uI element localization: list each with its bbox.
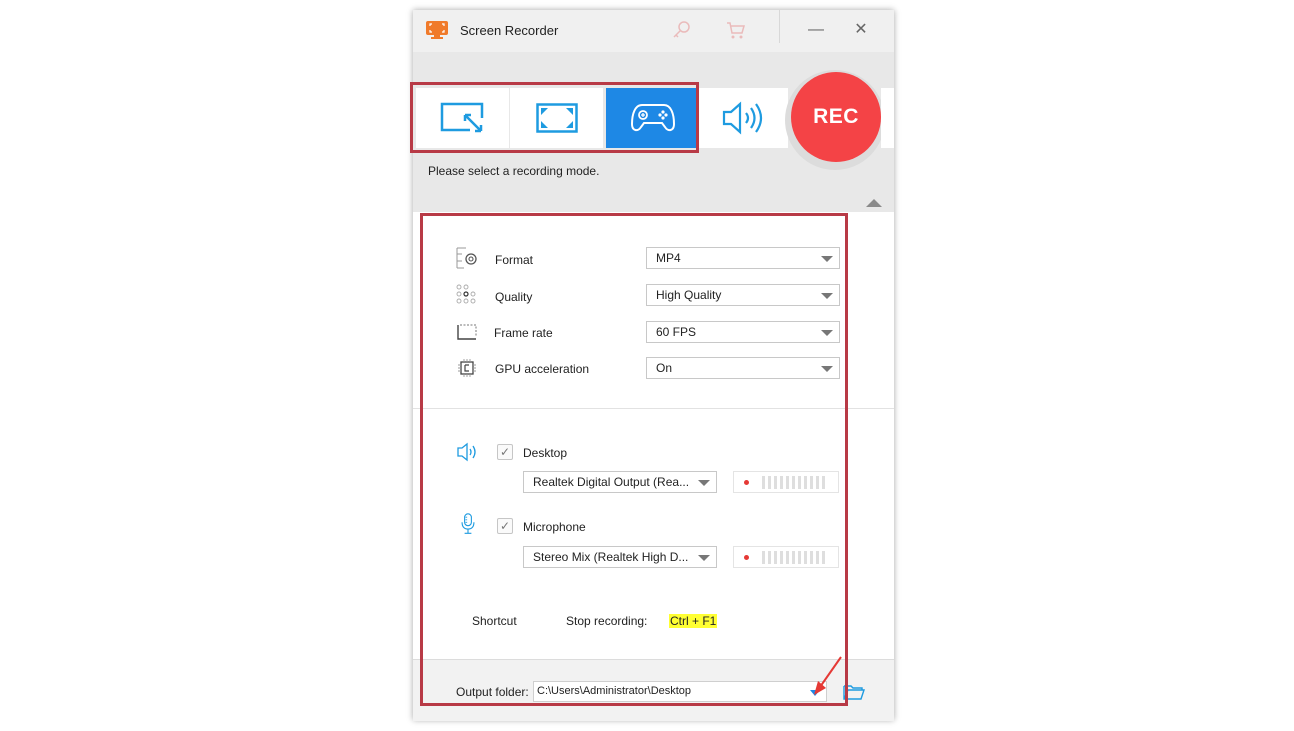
level-bar xyxy=(762,476,765,489)
gpu-acceleration-value: On xyxy=(656,361,673,375)
gamepad-icon xyxy=(630,104,675,132)
level-bar xyxy=(780,551,783,564)
mode-panel: REC Please select a recording mode. xyxy=(413,52,894,212)
frame-rate-value: 60 FPS xyxy=(656,325,697,339)
title-bar: Screen Recorder — ✕ xyxy=(413,10,894,52)
desktop-audio-checkbox[interactable]: ✓ xyxy=(497,444,513,460)
level-bar xyxy=(762,551,765,564)
microphone-device-select[interactable]: Stereo Mix (Realtek High D... xyxy=(523,546,717,568)
format-select[interactable]: MP4 xyxy=(646,247,840,269)
level-bar xyxy=(804,551,807,564)
gpu-acceleration-label: GPU acceleration xyxy=(495,362,590,376)
level-bar xyxy=(774,476,777,489)
section-divider xyxy=(413,408,894,409)
quality-value: High Quality xyxy=(656,288,722,302)
quality-select[interactable]: High Quality xyxy=(646,284,840,306)
microphone-level-meter xyxy=(733,546,839,568)
output-folder-field[interactable]: C:\Users\Administrator\Desktop xyxy=(533,681,827,702)
mode-game-button[interactable] xyxy=(606,88,699,148)
close-button[interactable]: ✕ xyxy=(847,18,875,42)
format-value: MP4 xyxy=(656,251,681,265)
quality-dots-icon xyxy=(456,284,476,304)
microphone-label: Microphone xyxy=(523,520,586,534)
mode-region-button[interactable] xyxy=(416,88,509,148)
output-footer: Output folder: C:\Users\Administrator\De… xyxy=(413,659,894,721)
window-title: Screen Recorder xyxy=(460,23,559,38)
desktop-level-meter xyxy=(733,471,839,493)
gpu-acceleration-select[interactable]: On xyxy=(646,357,840,379)
level-bar xyxy=(810,551,813,564)
mode-panel-edge xyxy=(881,88,894,148)
frame-rate-select[interactable]: 60 FPS xyxy=(646,321,840,343)
format-label: Format xyxy=(495,253,534,267)
chevron-down-icon xyxy=(821,366,833,372)
key-icon[interactable] xyxy=(671,20,691,40)
titlebar-divider xyxy=(779,10,780,43)
app-logo-icon xyxy=(426,21,448,39)
format-gear-icon xyxy=(456,247,477,269)
level-bar xyxy=(816,551,819,564)
level-bar xyxy=(804,476,807,489)
rec-button[interactable]: REC xyxy=(791,72,881,162)
level-bar xyxy=(792,476,795,489)
record-dot-icon xyxy=(744,480,749,485)
level-bar xyxy=(822,476,825,489)
chevron-down-icon xyxy=(821,293,833,299)
chevron-down-icon xyxy=(821,330,833,336)
output-folder-dropdown-icon[interactable] xyxy=(810,690,820,696)
speaker-icon xyxy=(457,442,476,462)
microphone-icon xyxy=(461,513,475,534)
chevron-down-icon xyxy=(821,256,833,262)
level-bar xyxy=(786,476,789,489)
record-dot-icon xyxy=(744,555,749,560)
stop-recording-label: Stop recording: xyxy=(566,614,648,628)
level-bar xyxy=(810,476,813,489)
stop-recording-hotkey[interactable]: Ctrl + F1 xyxy=(669,614,718,628)
desktop-device-value: Realtek Digital Output (Rea... xyxy=(533,475,690,489)
cart-icon[interactable] xyxy=(726,20,746,40)
region-resize-icon xyxy=(440,102,483,133)
level-bar xyxy=(768,551,771,564)
collapse-arrow-icon[interactable] xyxy=(866,199,882,207)
level-bar xyxy=(774,551,777,564)
open-folder-icon[interactable] xyxy=(843,684,865,700)
level-bar xyxy=(798,476,801,489)
screen-recorder-window: Screen Recorder — ✕ REC Please select a … xyxy=(413,10,894,721)
chip-icon xyxy=(458,359,476,377)
level-bar xyxy=(768,476,771,489)
level-bar xyxy=(798,551,801,564)
shortcut-label: Shortcut xyxy=(472,614,517,628)
speaker-icon xyxy=(722,101,763,135)
output-folder-label: Output folder: xyxy=(456,685,529,699)
chevron-down-icon xyxy=(698,480,710,486)
minimize-button[interactable]: — xyxy=(802,18,830,42)
level-bar xyxy=(792,551,795,564)
level-bar xyxy=(816,476,819,489)
level-bar xyxy=(822,551,825,564)
desktop-device-select[interactable]: Realtek Digital Output (Rea... xyxy=(523,471,717,493)
quality-label: Quality xyxy=(495,290,533,304)
desktop-audio-label: Desktop xyxy=(523,446,568,460)
frame-rate-label: Frame rate xyxy=(494,326,553,340)
level-bar xyxy=(786,551,789,564)
fullscreen-icon xyxy=(535,103,578,133)
microphone-device-value: Stereo Mix (Realtek High D... xyxy=(533,550,689,564)
microphone-checkbox[interactable]: ✓ xyxy=(497,518,513,534)
level-bar xyxy=(780,476,783,489)
mode-hint: Please select a recording mode. xyxy=(428,164,600,178)
frame-icon xyxy=(457,324,477,340)
mode-fullscreen-button[interactable] xyxy=(510,88,603,148)
mode-audio-button[interactable] xyxy=(698,88,788,148)
chevron-down-icon xyxy=(698,555,710,561)
